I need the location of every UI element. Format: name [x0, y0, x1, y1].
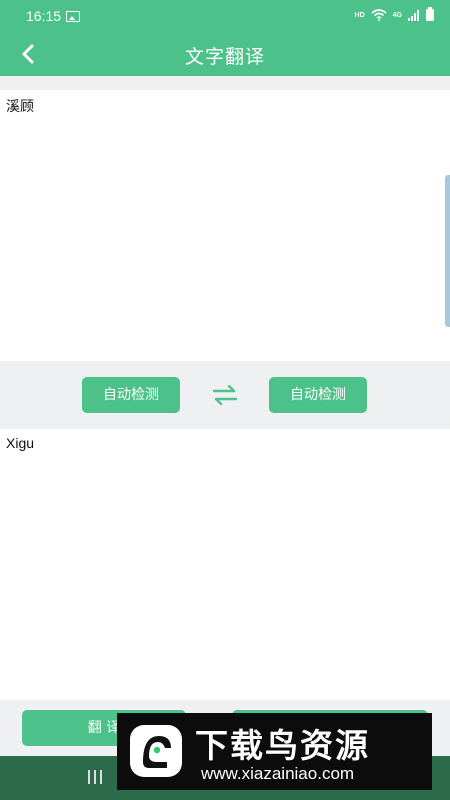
nav-bar: 文字翻译 — [0, 34, 450, 76]
source-text: 溪顾 — [6, 99, 34, 115]
language-bar: 自动检测 自动检测 — [0, 361, 450, 429]
app-header: 16:15 HD 4G 文字翻译 — [0, 0, 450, 76]
signal-icon — [408, 9, 419, 21]
status-time: 16:15 — [26, 8, 62, 24]
hd-label: HD — [354, 11, 365, 19]
watermark-url: www.xiazainiao.com — [201, 764, 355, 783]
network-label: 4G — [392, 11, 402, 19]
result-text: Xigu — [6, 435, 35, 451]
status-bar: 16:15 HD 4G — [0, 0, 450, 34]
watermark-title: 下载鸟资源 — [195, 726, 370, 765]
recent-apps-icon[interactable] — [88, 770, 102, 784]
page-title: 文字翻译 — [184, 46, 265, 68]
target-language-button[interactable]: 自动检测 — [269, 377, 367, 413]
swap-arrows-icon[interactable] — [212, 385, 238, 405]
scrollbar[interactable] — [445, 175, 450, 327]
source-text-area[interactable]: 溪顾 — [0, 90, 450, 361]
source-language-button[interactable]: 自动检测 — [82, 377, 180, 413]
wifi-icon — [371, 9, 387, 21]
battery-icon — [426, 7, 434, 21]
status-icons: HD 4G — [354, 7, 434, 21]
bird-logo-icon — [130, 725, 182, 777]
watermark-banner: 下载鸟资源 www.xiazainiao.com — [117, 713, 432, 790]
result-text-area: Xigu — [0, 429, 450, 700]
image-icon — [66, 11, 80, 22]
